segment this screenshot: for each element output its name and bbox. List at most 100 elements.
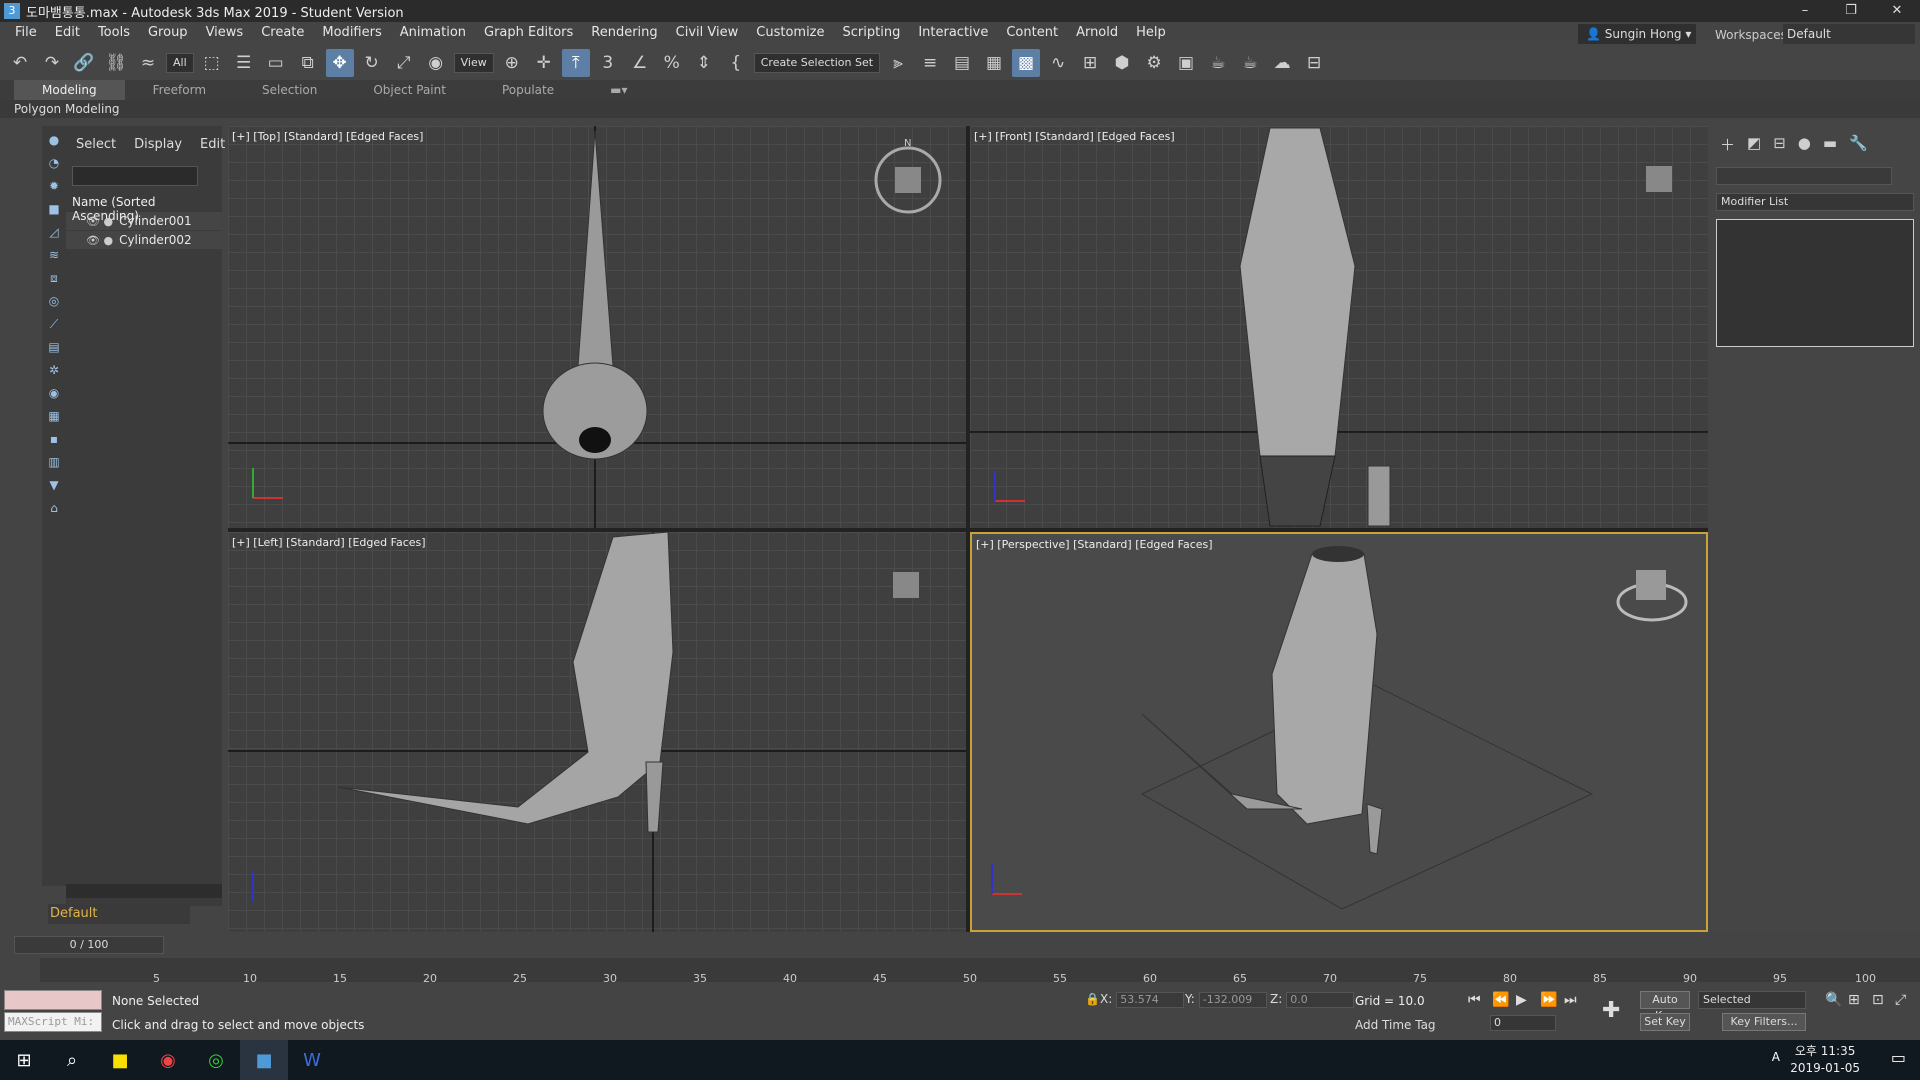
select-by-name-icon[interactable]: ☰ [230, 49, 258, 77]
scene-explorer-icon[interactable]: ▩ [1012, 49, 1041, 77]
polygon-modeling-panel[interactable]: Polygon Modeling [14, 100, 120, 118]
ribbon-options-icon[interactable]: ▬▾ [582, 80, 655, 100]
current-frame-field[interactable]: 0 [1490, 1015, 1556, 1031]
maxscript-mini-listener[interactable]: MAXScript Mi: [4, 1012, 102, 1032]
edit-named-selection-icon[interactable]: { [722, 49, 750, 77]
schematic-view-icon[interactable]: ⊞ [1076, 49, 1104, 77]
tab-populate[interactable]: Populate [474, 80, 582, 100]
bind-space-warp-icon[interactable]: ≈ [134, 49, 162, 77]
modifier-stack[interactable] [1716, 219, 1914, 347]
x-coordinate-field[interactable]: 53.574 [1116, 992, 1185, 1008]
explorer-tab-display[interactable]: Display [134, 137, 182, 152]
menu-modifiers[interactable]: Modifiers [313, 22, 390, 44]
render-setup-icon[interactable]: ⚙ [1140, 49, 1168, 77]
layers-icon[interactable]: ▥ [45, 453, 63, 471]
menu-file[interactable]: File [6, 22, 46, 44]
filter-icon[interactable]: ▼ [45, 476, 63, 494]
redo-icon[interactable]: ↷ [38, 49, 66, 77]
menu-help[interactable]: Help [1127, 22, 1175, 44]
render-in-cloud-icon[interactable]: ☁ [1268, 49, 1296, 77]
explorer-scrollbar[interactable] [66, 884, 222, 898]
render-iterative-icon[interactable]: ☕ [1236, 49, 1264, 77]
key-selection-dropdown[interactable]: Selected [1698, 991, 1806, 1009]
menu-animation[interactable]: Animation [391, 22, 475, 44]
windows-start-icon[interactable]: ⊞ [0, 1040, 48, 1080]
key-filters-button[interactable]: Key Filters... [1722, 1013, 1806, 1031]
shapes-icon[interactable]: ◔ [45, 154, 63, 172]
line-app-icon[interactable]: ◎ [192, 1040, 240, 1080]
spinner-snap-icon[interactable]: ⇕ [690, 49, 718, 77]
menu-views[interactable]: Views [197, 22, 253, 44]
display-tab-icon[interactable]: ▬ [1823, 134, 1837, 155]
explorer-column-header[interactable]: Name (Sorted Ascending) [66, 192, 222, 223]
modifier-list-dropdown[interactable]: Modifier List [1716, 193, 1914, 211]
keyboard-shortcut-override-icon[interactable]: ⤒ [561, 49, 590, 77]
render-production-icon[interactable]: ☕ [1204, 49, 1232, 77]
hidden-objects-icon[interactable]: ◉ [45, 384, 63, 402]
motion-tab-icon[interactable]: ● [1798, 134, 1811, 155]
unlink-icon[interactable]: ⛓ [102, 49, 130, 77]
tab-freeform[interactable]: Freeform [125, 80, 234, 100]
viewport-perspective[interactable]: [+] [Perspective] [Standard] [Edged Face… [970, 532, 1708, 932]
hierarchy-tab-icon[interactable]: ⊟ [1773, 134, 1786, 155]
auto-key-button[interactable]: Auto Key [1640, 991, 1690, 1022]
notification-icon[interactable]: ▭ [1891, 1048, 1906, 1067]
mirror-icon[interactable]: ⫸ [884, 49, 912, 77]
object-xrefs-icon[interactable]: ◎ [45, 292, 63, 310]
undo-icon[interactable]: ↶ [6, 49, 34, 77]
pivot-center-icon[interactable]: ⊕ [498, 49, 526, 77]
system-clock[interactable]: 오후 11:35 2019-01-05 [1790, 1043, 1860, 1077]
workspace-dropdown[interactable]: Default [1783, 24, 1915, 44]
viewport-top[interactable]: [+] [Top] [Standard] [Edged Faces] N [228, 126, 966, 528]
cameras-icon[interactable]: ■ [45, 200, 63, 218]
zoom-extents-icon[interactable]: ⊡ [1872, 992, 1884, 1008]
list-item[interactable]: 👁 ● Cylinder001 [66, 212, 222, 230]
close-button[interactable]: ✕ [1874, 0, 1920, 22]
play-icon[interactable]: ▶ [1516, 992, 1527, 1008]
particles-icon[interactable]: ✲ [45, 361, 63, 379]
visibility-eye-icon[interactable]: 👁 ● [86, 215, 113, 228]
viewport-left[interactable]: [+] [Left] [Standard] [Edged Faces] [228, 532, 966, 932]
percent-snap-icon[interactable]: % [658, 49, 686, 77]
menu-interactive[interactable]: Interactive [909, 22, 997, 44]
select-scale-icon[interactable]: ⤢ [390, 49, 418, 77]
modify-tab-icon[interactable]: ◩ [1747, 134, 1761, 155]
select-rotate-icon[interactable]: ↻ [358, 49, 386, 77]
menu-edit[interactable]: Edit [46, 22, 89, 44]
go-to-start-icon[interactable]: ⏮ [1468, 992, 1481, 1008]
material-editor-icon[interactable]: ⬢ [1108, 49, 1136, 77]
select-move-icon[interactable]: ✥ [325, 49, 354, 77]
menu-content[interactable]: Content [997, 22, 1067, 44]
reference-coordinate-dropdown[interactable]: View [453, 53, 494, 73]
menu-group[interactable]: Group [139, 22, 197, 44]
rendered-frame-window-icon[interactable]: ▣ [1172, 49, 1200, 77]
track-bar[interactable]: 5 10 15 20 25 30 35 40 45 50 55 60 65 70… [40, 958, 1920, 985]
restore-button[interactable]: ❐ [1828, 0, 1874, 22]
go-to-end-icon[interactable]: ⏭ [1564, 992, 1577, 1008]
key-mode-icon[interactable]: ✚ [1602, 998, 1620, 1023]
layer-explorer-icon[interactable]: ▤ [948, 49, 976, 77]
containers-icon[interactable]: ▤ [45, 338, 63, 356]
list-item[interactable]: 👁 ● Cylinder002 [66, 231, 222, 249]
layer-dropdown[interactable]: Default [48, 904, 190, 924]
lights-icon[interactable]: ✹ [45, 177, 63, 195]
explorer-tab-select[interactable]: Select [76, 137, 116, 152]
menu-rendering[interactable]: Rendering [582, 22, 666, 44]
3dsmax-taskbar-icon[interactable]: ■ [240, 1040, 288, 1080]
kakaotalk-icon[interactable]: ■ [96, 1040, 144, 1080]
place-icon[interactable]: ◉ [422, 49, 450, 77]
zoom-all-icon[interactable]: ⊞ [1848, 992, 1860, 1008]
utilities-tab-icon[interactable]: 🔧 [1849, 134, 1868, 155]
minimize-button[interactable]: – [1782, 0, 1828, 22]
angle-snap-icon[interactable]: ∠ [626, 49, 654, 77]
menu-arnold[interactable]: Arnold [1067, 22, 1127, 44]
maxscript-listener-input[interactable] [4, 990, 102, 1010]
z-coordinate-field[interactable]: 0.0 [1286, 992, 1355, 1008]
previous-frame-icon[interactable]: ⏪ [1492, 992, 1509, 1008]
curve-editor-icon[interactable]: ∿ [1044, 49, 1072, 77]
lock-icon[interactable]: 🔒 [1085, 992, 1100, 1006]
geometry-icon[interactable]: ● [45, 131, 63, 149]
maximize-viewport-icon[interactable]: ⤢ [1895, 992, 1906, 1008]
menu-graph-editors[interactable]: Graph Editors [475, 22, 582, 44]
display-filter-icon[interactable]: ▪ [45, 430, 63, 448]
